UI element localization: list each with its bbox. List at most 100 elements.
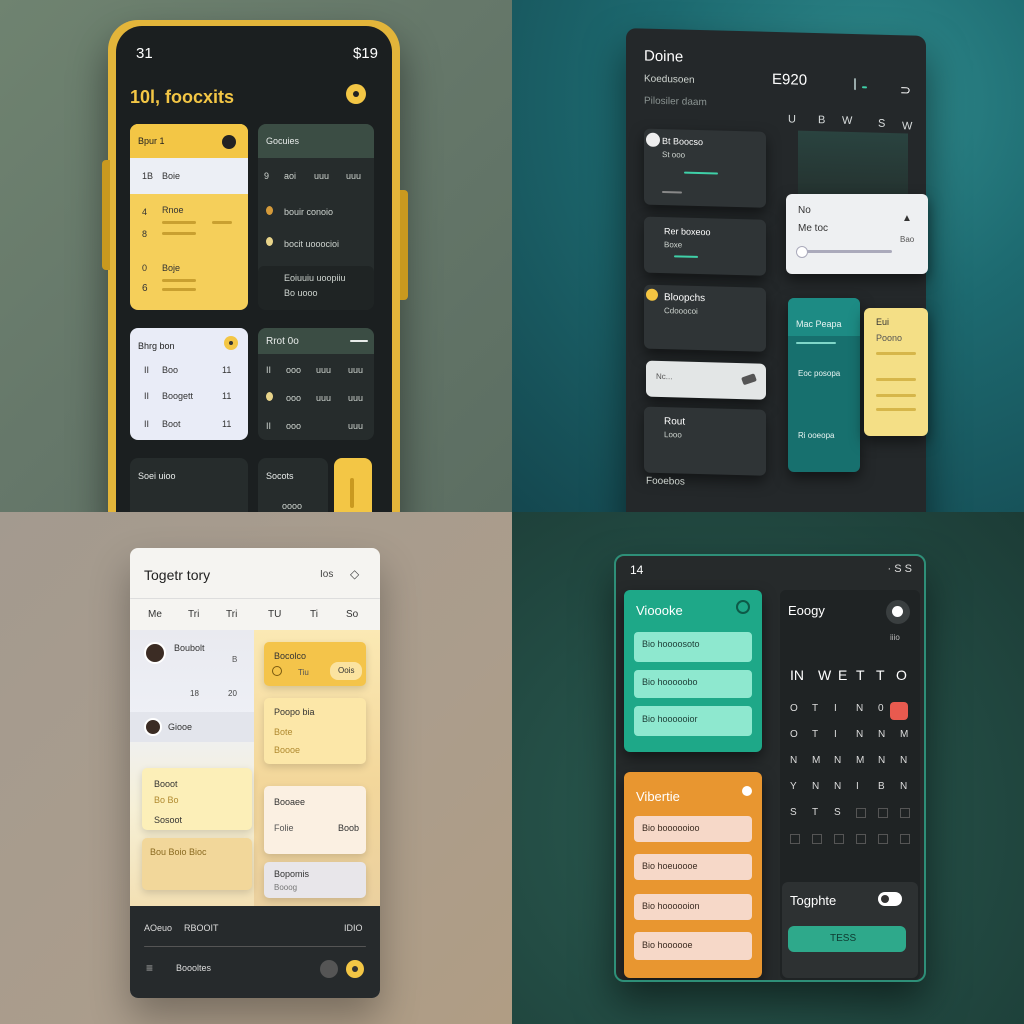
card-dark-table[interactable]: Gocuies 9 aoi uuu uuu bouir conoio bocit… — [258, 124, 374, 310]
calendar-cell[interactable]: N — [790, 756, 797, 766]
calendar-cell-empty[interactable] — [900, 834, 910, 844]
calendar-cell[interactable]: I — [834, 704, 837, 714]
card-light-list[interactable]: Bhrg bon II Boo 11 II Boogett 11 II Boot… — [130, 328, 248, 440]
calendar-cell[interactable]: 0 — [878, 704, 884, 714]
calendar-cell[interactable]: N — [834, 756, 841, 766]
calendar-cell[interactable]: N — [812, 782, 819, 792]
settings-icon[interactable] — [736, 600, 750, 614]
calendar-cell-empty[interactable] — [790, 834, 800, 844]
calendar-cell[interactable]: T — [812, 730, 818, 740]
settings-icon[interactable]: ◇ — [350, 568, 359, 580]
calendar-cell-empty[interactable] — [878, 834, 888, 844]
card-yellow-list[interactable]: Bpur 1 1B Boie 4 Rnoe 8 0 Boje 6 — [130, 124, 248, 310]
toggle-icon[interactable] — [222, 135, 236, 149]
calendar-cell[interactable]: M — [856, 756, 864, 766]
card-dark-bottom[interactable]: Socots oooo — [258, 458, 328, 512]
slider-handle[interactable] — [796, 246, 808, 258]
note-card[interactable]: Bocolco Tiu Oois — [264, 642, 366, 686]
calendar-cell[interactable]: N — [878, 756, 885, 766]
calendar-cell[interactable]: S — [790, 808, 797, 818]
note-card[interactable]: Booaee Folie Boob — [264, 786, 366, 854]
task-card[interactable]: Bloopchs Cdooocoi — [644, 284, 766, 352]
list-item[interactable]: Boubolt — [174, 644, 205, 653]
list-item[interactable]: Rnoe — [162, 206, 184, 215]
day-label[interactable]: Tri — [188, 610, 199, 620]
pen-icon[interactable] — [741, 373, 757, 386]
calendar-cell[interactable]: M — [900, 730, 908, 740]
list-item[interactable]: Boje — [162, 264, 180, 273]
primary-button[interactable]: TESS — [788, 926, 906, 952]
calendar-cell[interactable]: S — [834, 808, 841, 818]
green-card[interactable]: Vioooke Bio hoooosoto Bio hooooobo Bio h… — [624, 590, 762, 752]
list-item[interactable]: Boot — [162, 420, 181, 429]
calendar-cell[interactable]: T — [812, 704, 818, 714]
task-card[interactable]: Rout Looo — [644, 406, 766, 476]
selected-day[interactable] — [890, 702, 908, 720]
list-item[interactable]: Bio hooooobo — [634, 670, 752, 698]
calendar-cell-empty[interactable] — [900, 808, 910, 818]
calendar-cell[interactable]: I — [856, 782, 859, 792]
list-item[interactable]: Bio hoooooion — [634, 894, 752, 920]
calendar-cell[interactable]: Y — [790, 782, 797, 792]
badge[interactable]: Oois — [330, 662, 362, 680]
dialog-card[interactable]: No Me toc ▲ Bao — [786, 194, 928, 274]
table-row[interactable]: bocit uooocioi — [284, 240, 339, 249]
list-item[interactable]: Bio boooooioo — [634, 816, 752, 842]
toggle-off-icon[interactable] — [320, 960, 338, 978]
moon-icon[interactable] — [886, 600, 910, 624]
calendar-cell-empty[interactable] — [856, 808, 866, 818]
list-item[interactable]: Bio hoooooe — [634, 932, 752, 960]
note-card[interactable]: Bou Boio Bioc — [142, 838, 252, 890]
teal-card[interactable]: Mac Peapa Eoc posopa Ri ooeopa — [788, 298, 860, 472]
note-card[interactable]: Bopomis Booog — [264, 862, 366, 898]
list-item[interactable]: Giooe — [168, 723, 192, 732]
yellow-card[interactable]: Eui Poono — [864, 308, 928, 436]
calendar-cell[interactable]: B — [878, 782, 885, 792]
search-bar[interactable]: Nc... — [646, 360, 766, 400]
calendar-cell[interactable]: N — [856, 704, 863, 714]
day-label[interactable]: Me — [148, 610, 162, 620]
toggle-on-icon[interactable] — [346, 960, 364, 978]
calendar-cell-empty[interactable] — [856, 834, 866, 844]
calendar-cell-empty[interactable] — [878, 808, 888, 818]
calendar-cell[interactable]: N — [856, 730, 863, 740]
card-dark-bottom[interactable]: Soei uioo — [130, 458, 248, 512]
note-card[interactable]: Booot Bo Bo Sosoot — [142, 768, 252, 830]
card-yellow-bottom[interactable] — [334, 458, 372, 512]
calendar-cell[interactable]: N — [900, 756, 907, 766]
phone-side-button[interactable] — [400, 190, 408, 300]
calendar-cell[interactable]: O — [790, 730, 798, 740]
calendar-cell[interactable]: T — [812, 808, 818, 818]
calendar-cell-empty[interactable] — [834, 834, 844, 844]
day-label[interactable]: So — [346, 610, 358, 620]
table-row[interactable]: Eoiuuiu uoopiiu — [284, 274, 346, 283]
calendar-cell[interactable]: O — [790, 704, 798, 714]
list-item[interactable]: Bio hoooosoto — [634, 632, 752, 662]
list-item[interactable]: Boogett — [162, 392, 193, 401]
calendar-cell[interactable]: N — [834, 782, 841, 792]
table-row[interactable]: bouir conoio — [284, 208, 333, 217]
calendar-cell[interactable]: I — [834, 730, 837, 740]
table-row[interactable]: Bo uooo — [284, 289, 318, 298]
orange-card[interactable]: Vibertie Bio boooooioo Bio hoeuoooe Bio … — [624, 772, 762, 978]
calendar-cell[interactable]: N — [900, 782, 907, 792]
list-item[interactable]: Boo — [162, 366, 178, 375]
day-label[interactable]: Tri — [226, 610, 237, 620]
task-card[interactable]: Rer boxeoo Boxe — [644, 216, 766, 276]
phone-side-button[interactable] — [102, 160, 110, 270]
toggle-switch[interactable] — [878, 892, 902, 906]
card-dark-schedule[interactable]: Rrot 0o II ooo uuu uuu ooo uuu uuu II ooo uuu — [258, 328, 374, 440]
day-label[interactable]: TU — [268, 610, 281, 620]
calendar-cell-empty[interactable] — [812, 834, 822, 844]
calendar-cell[interactable]: M — [812, 756, 820, 766]
menu-icon[interactable]: ≡ — [146, 962, 153, 974]
calendar-cell[interactable]: N — [878, 730, 885, 740]
task-card[interactable]: Bt Boocso St ooo — [644, 128, 766, 208]
day-label[interactable]: Ti — [310, 610, 318, 620]
menu-button[interactable] — [346, 84, 366, 104]
list-item[interactable]: Bio hoooooior — [634, 706, 752, 736]
note-card[interactable]: Poopo bia Bote Boooe — [264, 698, 366, 764]
list-item[interactable]: Bio hoeuoooe — [634, 854, 752, 880]
list-item[interactable]: Boie — [162, 172, 180, 181]
back-icon[interactable]: ⊃ — [900, 82, 911, 97]
